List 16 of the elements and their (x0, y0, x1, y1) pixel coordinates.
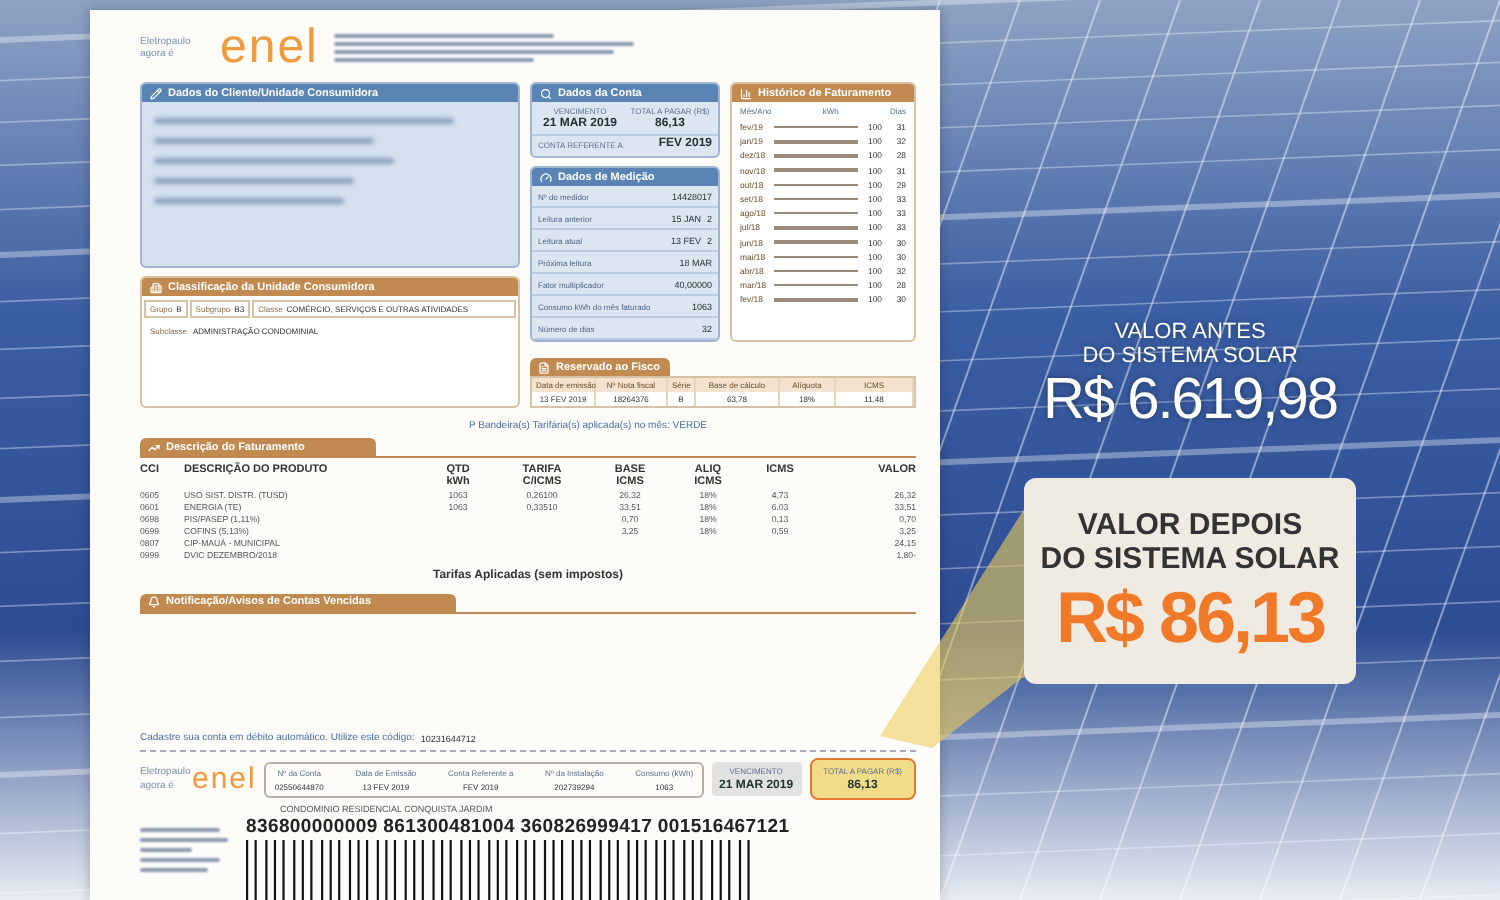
before-amount: R$ 6.619,98 (1042, 368, 1337, 435)
pencil-icon (150, 87, 162, 99)
gauge-icon (540, 171, 552, 183)
blurred-text-drawing (140, 828, 230, 872)
bar-chart-icon (740, 87, 752, 99)
bell-icon (148, 596, 160, 609)
after-amount: R$ 86,13 (1055, 582, 1325, 655)
trend-icon (148, 441, 160, 453)
document-icon (538, 361, 550, 373)
barcode-number: 836800000009 861300481004 360826999417 001516467121 (246, 816, 790, 838)
building-icon (150, 281, 162, 293)
after-caption: VALOR DEPOIS DO SISTEMA SOLAR (1040, 507, 1340, 577)
before-caption: VALOR ANTES DO SISTEMA SOLAR (1082, 320, 1298, 369)
company-logo: enel (192, 764, 257, 794)
search-icon (540, 87, 552, 99)
company-logo: enel (220, 24, 319, 72)
